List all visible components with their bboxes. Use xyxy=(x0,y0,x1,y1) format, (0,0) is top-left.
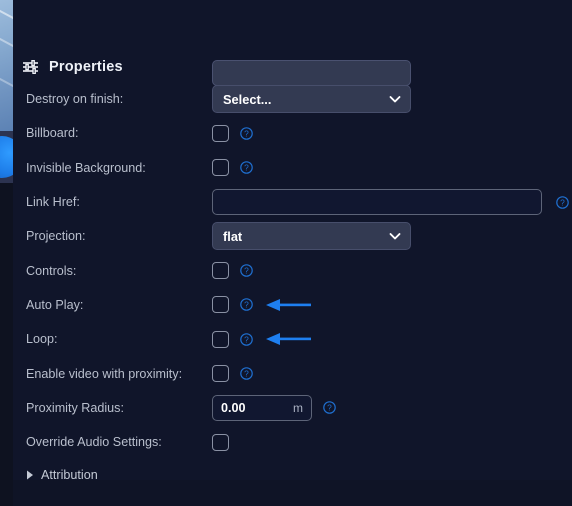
properties-panel-screen: Properties Destroy on finish: Select... Bi… xyxy=(0,0,572,506)
help-icon[interactable]: ? xyxy=(240,332,253,346)
sliders-icon xyxy=(23,60,38,74)
triangle-right-icon xyxy=(27,470,33,480)
chevron-down-icon xyxy=(389,233,401,240)
property-row: Destroy on finish: Select... xyxy=(13,82,572,116)
property-label: Invisible Background: xyxy=(26,160,146,175)
property-row: Controls:? xyxy=(13,253,572,287)
viewport-lower-strip xyxy=(0,131,13,183)
property-label: Loop: xyxy=(26,332,58,347)
panel-footer xyxy=(13,480,572,506)
property-label: Billboard: xyxy=(26,126,79,141)
blue-sphere-object xyxy=(0,136,13,178)
link-href-input[interactable] xyxy=(212,189,542,216)
unit-label: m xyxy=(293,400,303,415)
properties-rows: Destroy on finish: Select... Billboard:? In… xyxy=(13,60,572,459)
property-label: Proximity Radius: xyxy=(26,400,124,415)
property-control: ? xyxy=(212,124,253,142)
property-row: Link Href:? xyxy=(13,185,572,219)
property-control: ? xyxy=(212,365,253,383)
svg-text:?: ? xyxy=(244,163,249,173)
help-icon[interactable]: ? xyxy=(240,161,253,175)
property-control: flat xyxy=(212,222,411,251)
viewport-streak xyxy=(0,1,13,37)
annotation-arrow-left xyxy=(266,298,311,311)
property-row: Projection: flat xyxy=(13,219,572,253)
viewport-streak xyxy=(0,29,13,65)
proximity-radius-input[interactable]: 0.00 m xyxy=(212,394,312,421)
property-row: Auto Play:? xyxy=(13,288,572,322)
svg-text:?: ? xyxy=(244,334,249,344)
help-icon[interactable]: ? xyxy=(240,367,253,380)
property-control xyxy=(212,433,229,451)
help-icon[interactable]: ? xyxy=(323,401,336,415)
select-dropdown[interactable]: flat xyxy=(212,222,411,251)
viewport-sliver xyxy=(0,0,13,131)
svg-text:?: ? xyxy=(244,128,249,138)
property-control: ? xyxy=(212,189,569,216)
svg-text:?: ? xyxy=(244,300,249,310)
help-icon[interactable]: ? xyxy=(240,298,253,312)
checkbox[interactable] xyxy=(212,159,229,177)
property-label: Link Href: xyxy=(26,195,80,210)
property-control: ? xyxy=(212,262,253,280)
checkbox[interactable] xyxy=(212,124,229,142)
property-label: Override Audio Settings: xyxy=(26,435,162,450)
checkbox[interactable] xyxy=(212,330,229,348)
property-row: Billboard:? xyxy=(13,116,572,150)
property-label: Projection: xyxy=(26,229,86,244)
svg-text:?: ? xyxy=(560,197,565,207)
property-row: Proximity Radius: 0.00 m? xyxy=(13,391,572,425)
chevron-down-icon xyxy=(389,96,401,103)
checkbox[interactable] xyxy=(212,296,229,314)
annotation-arrow-left xyxy=(266,333,311,346)
property-row: Enable video with proximity:? xyxy=(13,356,572,390)
checkbox[interactable] xyxy=(212,433,229,451)
property-row: Invisible Background:? xyxy=(13,151,572,185)
select-value: flat xyxy=(223,228,243,244)
panel-title: Properties xyxy=(49,59,123,75)
property-control: ? xyxy=(212,296,311,314)
property-label: Enable video with proximity: xyxy=(26,366,183,381)
property-row: Override Audio Settings: xyxy=(13,425,572,459)
select-dropdown[interactable]: Select... xyxy=(212,85,411,114)
properties-panel: Properties Destroy on finish: Select... Bi… xyxy=(13,0,572,506)
svg-text:?: ? xyxy=(327,403,332,413)
property-control: 0.00 m? xyxy=(212,394,336,421)
property-label: Controls: xyxy=(26,263,77,278)
svg-text:?: ? xyxy=(244,368,249,378)
svg-text:?: ? xyxy=(244,266,249,276)
checkbox[interactable] xyxy=(212,365,229,383)
property-label: Auto Play: xyxy=(26,297,84,312)
property-label: Destroy on finish: xyxy=(26,92,124,107)
number-value: 0.00 xyxy=(221,400,246,415)
select-value: Select... xyxy=(223,91,272,107)
help-icon[interactable]: ? xyxy=(240,264,253,277)
property-control: Select... xyxy=(212,85,411,114)
property-control: ? xyxy=(212,330,311,348)
checkbox[interactable] xyxy=(212,262,229,280)
help-icon[interactable]: ? xyxy=(556,195,569,209)
property-control: ? xyxy=(212,159,253,177)
property-row: Loop:? xyxy=(13,322,572,356)
viewport-streak xyxy=(0,69,13,105)
help-icon[interactable]: ? xyxy=(240,127,253,140)
